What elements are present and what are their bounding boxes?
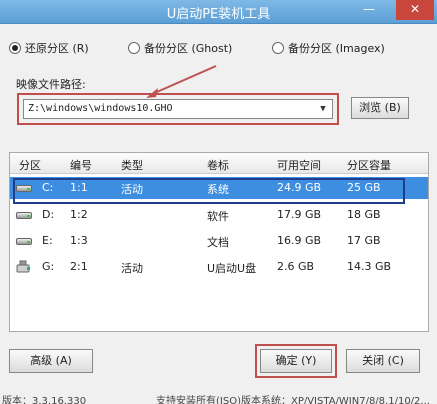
cell-label: 软件 (207, 210, 229, 223)
cell-size: 17 GB (347, 234, 381, 247)
cell-free: 2.6 GB (277, 260, 315, 273)
cell-label: U启动U盘 (207, 262, 257, 275)
cell-label: 文档 (207, 236, 229, 249)
support-text: 支持安装所有(ISO)版本系统：XP/VISTA/WIN7/8/8.1/10/2… (156, 396, 430, 404)
cell-free: 16.9 GB (277, 234, 322, 247)
table-header: 分区 编号 类型 卷标 可用空间 分区容量 (10, 153, 428, 174)
table-row[interactable]: E: 1:3 文档 16.9 GB 17 GB (10, 230, 428, 252)
status-bar: 版本：3.3.16.330 支持安装所有(ISO)版本系统：XP/VISTA/W… (0, 392, 437, 404)
version-text: 版本：3.3.16.330 (2, 396, 87, 404)
column-header[interactable]: 分区 (19, 157, 41, 173)
column-header[interactable]: 分区容量 (347, 157, 391, 173)
usb-drive-icon (16, 260, 30, 273)
cell-number: 1:3 (70, 234, 88, 247)
cell-drive: E: (42, 234, 53, 247)
hard-drive-icon (16, 209, 32, 220)
cell-size: 18 GB (347, 208, 381, 221)
hard-drive-icon (16, 235, 32, 246)
selected-row-highlight-box (13, 178, 405, 204)
cell-number: 2:1 (70, 260, 88, 273)
confirm-button[interactable]: 确定 (Y) (260, 349, 332, 373)
table-row[interactable]: G: 2:1 活动 U启动U盘 2.6 GB 14.3 GB (10, 256, 428, 278)
column-header[interactable]: 类型 (121, 157, 143, 173)
cell-drive: D: (42, 208, 55, 221)
table-row[interactable]: D: 1:2 软件 17.9 GB 18 GB (10, 204, 428, 226)
cell-free: 17.9 GB (277, 208, 322, 221)
cell-drive: G: (42, 260, 55, 273)
close-button[interactable]: 关闭 (C) (346, 349, 420, 373)
cell-number: 1:2 (70, 208, 88, 221)
column-header[interactable]: 卷标 (207, 157, 229, 173)
column-header[interactable]: 可用空间 (277, 157, 321, 173)
cell-size: 14.3 GB (347, 260, 392, 273)
column-header[interactable]: 编号 (70, 157, 92, 173)
cell-type: 活动 (121, 262, 143, 275)
advanced-button[interactable]: 高级 (A) (9, 349, 93, 373)
